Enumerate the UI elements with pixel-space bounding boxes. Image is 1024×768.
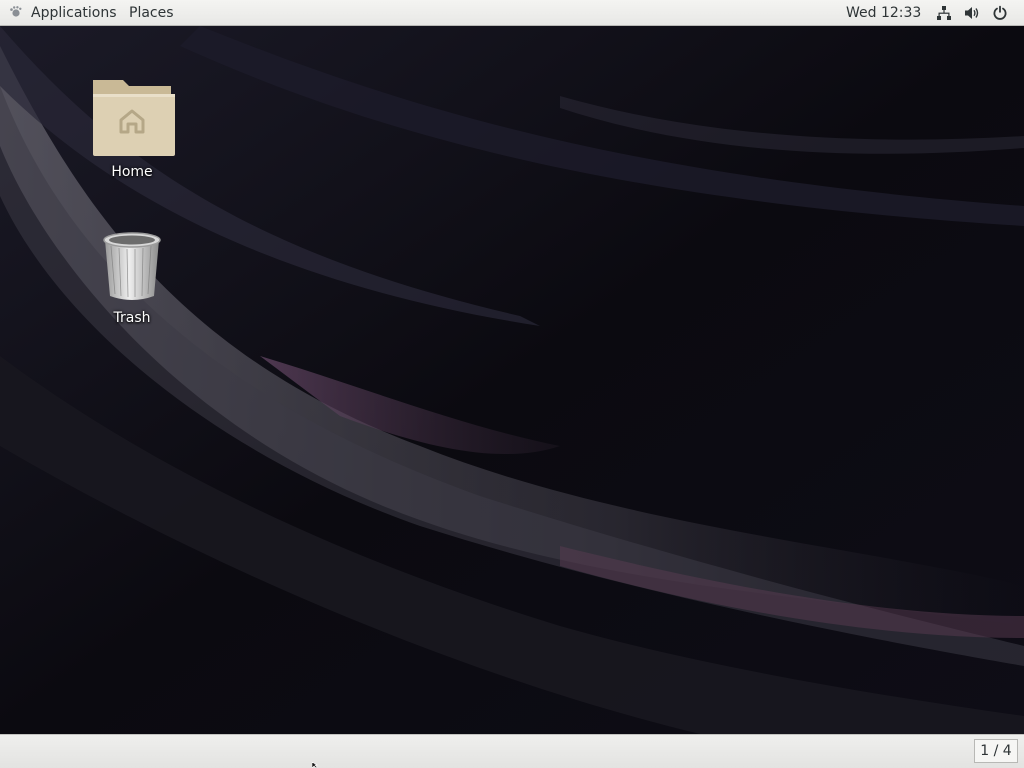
applications-menu[interactable]: Applications — [8, 0, 117, 26]
trash-icon — [103, 232, 161, 300]
clock[interactable]: Wed 12:33 — [846, 0, 921, 26]
desktop[interactable]: Home Trash — [0, 26, 1024, 734]
power-icon[interactable] — [992, 5, 1008, 21]
volume-icon[interactable] — [964, 5, 980, 21]
gnome-foot-icon — [10, 5, 22, 17]
mouse-cursor-icon — [312, 762, 319, 768]
places-menu-label: Places — [129, 5, 174, 21]
workspace-indicator[interactable]: 1 / 4 — [974, 739, 1018, 763]
places-menu[interactable]: Places — [129, 0, 174, 26]
bottom-panel: 1 / 4 — [0, 734, 1024, 768]
network-icon[interactable] — [936, 5, 952, 21]
trash-icon-label: Trash — [113, 310, 151, 326]
desktop-icon-home[interactable]: Home — [87, 74, 177, 180]
home-folder-icon — [93, 80, 175, 156]
applications-menu-label: Applications — [31, 5, 117, 21]
clock-label: Wed 12:33 — [846, 5, 922, 21]
desktop-icon-trash[interactable]: Trash — [87, 230, 177, 326]
top-panel: Applications Places Wed 12:33 — [0, 0, 1024, 26]
home-icon-label: Home — [111, 164, 153, 180]
